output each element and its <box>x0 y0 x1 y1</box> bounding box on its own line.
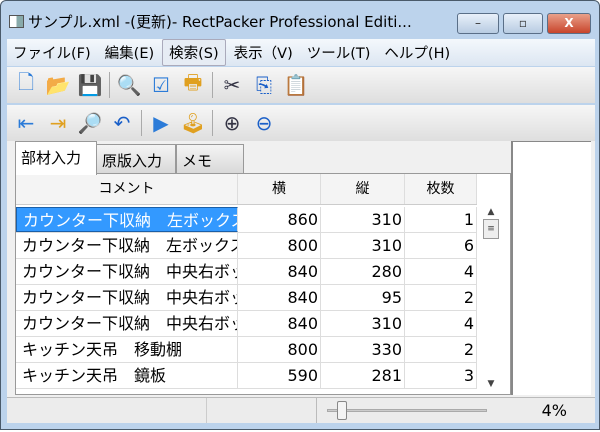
toolbar-separator <box>109 72 110 98</box>
cell-comment[interactable]: カウンター下収納 左ボックス <box>16 233 238 258</box>
vertical-scrollbar[interactable]: ▲ ≡ ▼ <box>481 207 501 389</box>
align-right-icon[interactable]: ⇥ <box>45 111 71 135</box>
open-folder-icon[interactable]: 📂 <box>45 73 71 97</box>
scroll-up-icon[interactable]: ▲ <box>481 207 501 217</box>
app-icon <box>9 15 24 28</box>
undo-icon[interactable]: ↶ <box>109 111 135 135</box>
cell-count[interactable]: 6 <box>405 233 477 258</box>
column-header-height[interactable]: 縦 <box>321 174 405 204</box>
toolbar-secondary: ⇤ ⇥ 🔎 ↶ ▶ 🕹 ⊕ ⊖ <box>7 105 595 141</box>
tab-memo[interactable]: メモ <box>176 144 244 174</box>
parts-grid: コメント 横 縦 枚数 カウンター下収納 左ボックス 860 310 1 カウンター下収… <box>15 173 511 395</box>
menu-item-0[interactable]: ファイル(F) <box>7 40 97 65</box>
save-icon[interactable]: 💾 <box>77 73 103 97</box>
toolbar-separator <box>141 110 142 136</box>
status-pane-2 <box>207 398 317 423</box>
status-bar: 4% <box>7 397 595 423</box>
menu-item-2[interactable]: 検索(S) <box>162 39 226 66</box>
paste-icon[interactable]: 📋 <box>283 73 309 97</box>
search-icon[interactable]: 🔎 <box>77 111 103 135</box>
menu-bar: ファイル(F) 編集(E) 検索(S) 表示（V) ツール(T) ヘルプ(H) <box>7 39 595 66</box>
column-header-comment[interactable]: コメント <box>16 174 238 204</box>
grid-header: コメント 横 縦 枚数 <box>16 174 477 205</box>
tab-stock-input[interactable]: 原版入力 <box>96 144 176 174</box>
minimize-button[interactable]: – <box>457 13 499 34</box>
cell-count[interactable]: 2 <box>405 337 477 362</box>
cell-width[interactable]: 840 <box>238 285 321 310</box>
zoom-slider-track <box>327 409 487 412</box>
cell-height[interactable]: 330 <box>321 337 405 362</box>
cell-comment[interactable]: カウンター下収納 中央右ボッ <box>16 311 238 336</box>
close-button[interactable]: X <box>547 13 591 34</box>
scroll-thumb[interactable]: ≡ <box>483 219 499 239</box>
status-pane-1 <box>7 398 207 423</box>
menu-item-1[interactable]: 編集(E) <box>99 40 160 65</box>
zoom-out-icon[interactable]: ⊖ <box>251 111 277 135</box>
cut-icon[interactable]: ✂ <box>219 73 245 97</box>
client-area: 部材入力 原版入力 メモ コメント 横 縦 枚数 カウンター下収納 左ボックス 8… <box>7 141 595 423</box>
menu-item-4[interactable]: ツール(T) <box>301 40 377 65</box>
cell-height[interactable]: 310 <box>321 207 405 232</box>
cell-count[interactable]: 2 <box>405 285 477 310</box>
copy-icon[interactable]: ⎘ <box>251 73 277 97</box>
cell-height[interactable]: 95 <box>321 285 405 310</box>
cell-count[interactable]: 1 <box>405 207 477 232</box>
cell-comment[interactable]: カウンター下収納 左ボックス <box>16 207 238 232</box>
joystick-icon[interactable]: 🕹 <box>180 111 206 135</box>
cell-height[interactable]: 280 <box>321 259 405 284</box>
table-row[interactable]: キッチン天吊 移動棚 800 330 2 <box>16 337 477 363</box>
table-row[interactable]: カウンター下収納 左ボックス 800 310 6 <box>16 233 477 259</box>
preview-panel <box>511 141 591 395</box>
cell-height[interactable]: 310 <box>321 311 405 336</box>
align-left-icon[interactable]: ⇤ <box>13 111 39 135</box>
cell-count[interactable]: 3 <box>405 363 477 388</box>
cell-width[interactable]: 800 <box>238 337 321 362</box>
table-row[interactable]: カウンター下収納 左ボックス 860 310 1 <box>16 207 477 233</box>
window-title: サンプル.xml -(更新)- RectPacker Professional … <box>28 13 412 31</box>
zoom-level: 4% <box>541 401 567 420</box>
column-header-width[interactable]: 横 <box>238 174 321 204</box>
new-file-icon[interactable]: 🗋 <box>13 68 39 102</box>
zoom-slider-thumb[interactable] <box>337 401 347 420</box>
menu-item-5[interactable]: ヘルプ(H) <box>378 40 456 65</box>
cell-width[interactable]: 800 <box>238 233 321 258</box>
cell-width[interactable]: 860 <box>238 207 321 232</box>
cell-width[interactable]: 590 <box>238 363 321 388</box>
cell-width[interactable]: 840 <box>238 311 321 336</box>
play-icon[interactable]: ▶ <box>148 111 174 135</box>
preview-icon[interactable]: 🔍 <box>116 73 142 97</box>
cell-comment[interactable]: カウンター下収納 中央右ボッ <box>16 259 238 284</box>
cell-height[interactable]: 281 <box>321 363 405 388</box>
column-header-count[interactable]: 枚数 <box>405 174 477 204</box>
cell-width[interactable]: 840 <box>238 259 321 284</box>
app-window: サンプル.xml -(更新)- RectPacker Professional … <box>0 0 600 430</box>
cell-comment[interactable]: カウンター下収納 中央右ボッ <box>16 285 238 310</box>
table-row[interactable]: カウンター下収納 中央右ボッ 840 280 4 <box>16 259 477 285</box>
cell-comment[interactable]: キッチン天吊 移動棚 <box>16 337 238 362</box>
scroll-down-icon[interactable]: ▼ <box>481 379 501 389</box>
zoom-slider[interactable] <box>317 398 497 423</box>
checklist-icon[interactable]: ☑ <box>148 73 174 97</box>
toolbar-main: 🗋 📂 💾 🔍 ☑ 🖶 ✂ ⎘ 📋 <box>7 67 595 103</box>
cell-comment[interactable]: キッチン天吊 鏡板 <box>16 363 238 388</box>
table-row[interactable]: キッチン天吊 鏡板 590 281 3 <box>16 363 477 389</box>
table-row[interactable]: カウンター下収納 中央右ボッ 840 95 2 <box>16 285 477 311</box>
menu-item-3[interactable]: 表示（V) <box>228 40 299 65</box>
zoom-in-icon[interactable]: ⊕ <box>219 111 245 135</box>
table-row[interactable]: カウンター下収納 中央右ボッ 840 310 4 <box>16 311 477 337</box>
cell-count[interactable]: 4 <box>405 311 477 336</box>
tab-parts-input[interactable]: 部材入力 <box>15 141 97 175</box>
toolbar-separator <box>212 72 213 98</box>
cell-count[interactable]: 4 <box>405 259 477 284</box>
print-icon[interactable]: 🖶 <box>180 68 206 102</box>
maximize-button[interactable]: ▫ <box>503 13 543 34</box>
toolbar-separator <box>212 110 213 136</box>
cell-height[interactable]: 310 <box>321 233 405 258</box>
title-bar: サンプル.xml -(更新)- RectPacker Professional … <box>9 11 412 32</box>
